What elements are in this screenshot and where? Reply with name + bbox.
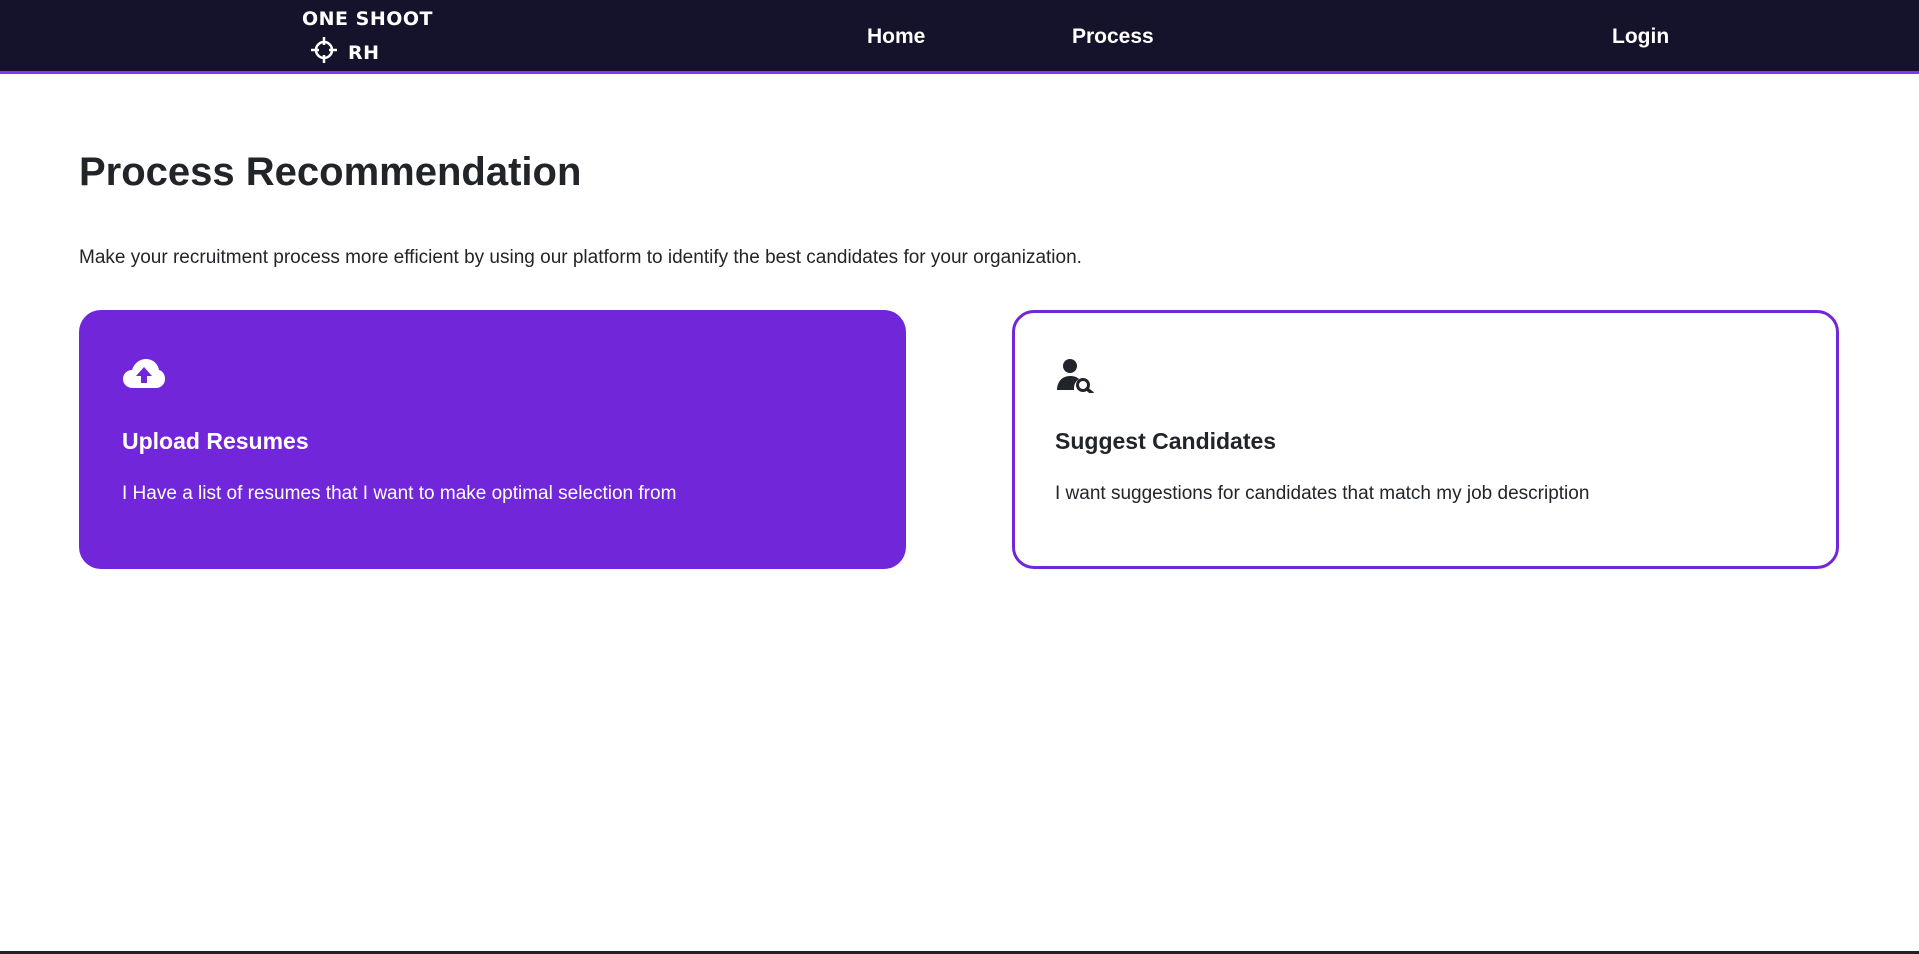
upload-resumes-card[interactable]: Upload Resumes I Have a list of resumes … [79, 310, 906, 569]
crosshair-icon [311, 37, 337, 63]
user-search-icon [1057, 359, 1094, 393]
top-navbar: ONE SHOOT RH Home Process Login [0, 0, 1919, 74]
page-description: Make your recruitment process more effic… [79, 247, 1082, 268]
nav-login-link[interactable]: Login [1612, 24, 1669, 49]
page-title: Process Recommendation [79, 150, 582, 194]
suggest-candidates-card[interactable]: Suggest Candidates I want suggestions fo… [1012, 310, 1839, 569]
nav-process-link[interactable]: Process [1072, 24, 1154, 49]
card-text: I want suggestions for candidates that m… [1055, 483, 1590, 504]
nav-home-link[interactable]: Home [867, 24, 925, 49]
card-title: Suggest Candidates [1055, 428, 1277, 454]
logo-text-line1: ONE SHOOT [302, 8, 433, 30]
logo-text-line2: RH [348, 42, 380, 64]
brand-logo[interactable]: ONE SHOOT RH [302, 8, 433, 66]
cloud-upload-icon [123, 359, 165, 388]
card-text: I Have a list of resumes that I want to … [122, 483, 677, 504]
card-title: Upload Resumes [122, 428, 309, 454]
